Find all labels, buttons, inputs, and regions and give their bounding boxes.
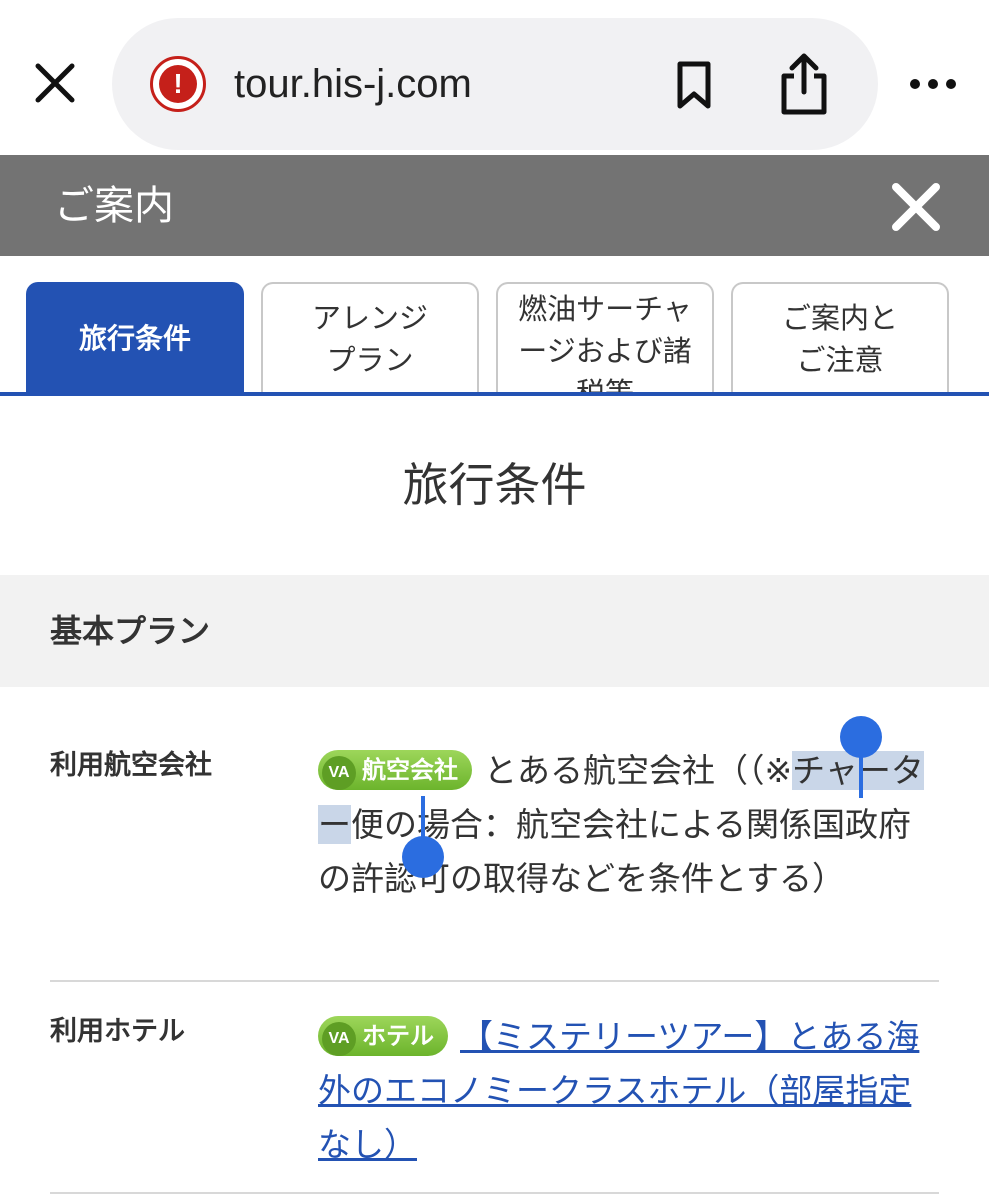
url-text[interactable]: tour.his-j.com: [234, 58, 472, 110]
selection-start-caret: [859, 740, 863, 798]
subheader: 基本プラン: [0, 575, 989, 687]
more-options-icon[interactable]: [908, 72, 958, 96]
tab-arrange-plan[interactable]: アレンジ プラン: [261, 282, 479, 394]
security-warning-icon[interactable]: !: [150, 56, 206, 112]
va-badge-icon: VA: [322, 756, 356, 790]
tab-bar: 旅行条件 アレンジ プラン 燃油サーチャ ージおよび諸 税等 ご案内と ご注意: [0, 256, 989, 398]
airline-label: 利用航空会社: [50, 750, 212, 781]
tab-guidance-notes[interactable]: ご案内と ご注意: [731, 282, 949, 394]
subheader-text: 基本プラン: [50, 612, 211, 650]
row-divider: [50, 1192, 939, 1194]
hotel-label: 利用ホテル: [50, 1016, 185, 1047]
modal-close-icon[interactable]: [890, 181, 942, 233]
bookmark-icon[interactable]: [672, 60, 716, 110]
va-badge-icon: VA: [322, 1022, 356, 1056]
modal-title: ご案内: [54, 183, 174, 229]
close-icon[interactable]: [28, 56, 82, 110]
airline-value[interactable]: VA 航空会社 とある航空会社（（※チャーター便の場合：航空会社による関係国政府の許…: [318, 744, 924, 906]
hotel-value: VA ホテル 【ミステリーツアー】とある海外のエコノミークラスホテル（部屋指定なし）: [318, 1010, 924, 1172]
airline-text-before: とある航空会社（（※: [484, 751, 793, 790]
airline-badge: VA 航空会社: [318, 750, 472, 790]
tab-travel-conditions[interactable]: 旅行条件: [26, 282, 244, 394]
selection-end-handle[interactable]: [402, 836, 444, 878]
share-icon[interactable]: [776, 52, 832, 116]
tab-fuel-surcharge[interactable]: 燃油サーチャ ージおよび諸 税等: [496, 282, 714, 394]
selected-text-1: チャ: [792, 751, 858, 790]
hotel-badge: VA ホテル: [318, 1016, 448, 1056]
row-divider: [50, 980, 939, 982]
tab-underline: [0, 392, 989, 396]
address-bar[interactable]: ! tour.his-j.com: [112, 18, 878, 150]
browser-toolbar: ! tour.his-j.com: [0, 0, 989, 155]
section-title: 旅行条件: [402, 458, 587, 512]
modal-header: ご案内: [0, 155, 989, 256]
